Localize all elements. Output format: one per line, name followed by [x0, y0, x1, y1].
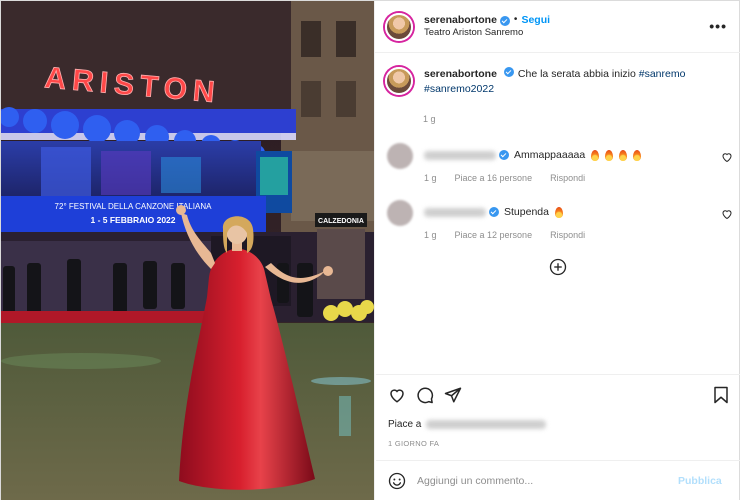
comment-timestamp: 1 g	[424, 173, 437, 183]
caption-timestamp: 1 g	[423, 114, 436, 124]
verified-badge-icon	[489, 207, 499, 217]
comment-heart-icon[interactable]	[721, 208, 733, 220]
comment-text: Stupenda	[504, 206, 549, 218]
store-sign: CALZEDONIA	[318, 218, 364, 225]
instagram-post: 72° FESTIVAL DELLA CANZONE ITALIANA 1 - …	[0, 0, 740, 500]
post-photo[interactable]: 72° FESTIVAL DELLA CANZONE ITALIANA 1 - …	[1, 1, 374, 500]
follow-button[interactable]: Segui	[521, 14, 550, 27]
comment-avatar[interactable]	[387, 200, 413, 226]
comment-icon[interactable]	[416, 386, 434, 404]
load-more-comments-icon[interactable]	[549, 258, 567, 276]
reply-button[interactable]: Rispondi	[550, 230, 585, 240]
separator-dot: •	[513, 14, 518, 26]
comment-heart-icon[interactable]	[721, 151, 733, 163]
festival-banner-text: 72° FESTIVAL DELLA CANZONE ITALIANA	[55, 202, 213, 211]
author-username[interactable]: serenabortone	[424, 14, 497, 27]
reply-button[interactable]: Rispondi	[550, 173, 585, 183]
liker-username[interactable]	[426, 420, 547, 429]
hashtag-sanremo2022[interactable]: #sanremo2022	[424, 83, 494, 95]
photo-illustration: 72° FESTIVAL DELLA CANZONE ITALIANA 1 - …	[1, 1, 374, 500]
heart-icon[interactable]	[388, 386, 406, 404]
verified-badge-icon	[499, 15, 510, 26]
add-comment-bar: Pubblica	[376, 460, 740, 500]
caption-avatar[interactable]	[384, 67, 413, 95]
verified-badge-icon	[499, 150, 509, 160]
comment-text: Ammappaaaaa	[514, 149, 586, 161]
post-header: serenabortone • Segui Teatro Ariston San…	[374, 1, 740, 53]
comment-likes-link[interactable]: Piace a 12 persone	[455, 230, 533, 240]
fire-emoji-icon	[554, 206, 563, 218]
commenter-username[interactable]	[424, 150, 496, 160]
avatar[interactable]	[384, 12, 413, 41]
share-icon[interactable]	[444, 386, 462, 404]
likes-summary[interactable]: Piace a	[388, 419, 547, 430]
comment-input[interactable]	[417, 475, 672, 487]
comment-likes-link[interactable]: Piace a 16 persone	[455, 173, 533, 183]
publish-button[interactable]: Pubblica	[678, 475, 722, 487]
festival-dates-text: 1 - 5 FEBBRAIO 2022	[90, 215, 175, 225]
emoji-icon[interactable]	[388, 472, 406, 490]
more-options-icon[interactable]: •••	[709, 18, 727, 34]
comment-avatar[interactable]	[387, 143, 413, 169]
commenter-username[interactable]	[424, 207, 486, 217]
post-date: 1 GIORNO FA	[388, 439, 440, 448]
location-link[interactable]: Teatro Ariston Sanremo	[424, 27, 550, 39]
fire-emoji-icon	[605, 149, 614, 161]
fire-emoji-icon	[633, 149, 642, 161]
comment-timestamp: 1 g	[424, 230, 437, 240]
fire-emoji-icon	[619, 149, 628, 161]
bookmark-icon[interactable]	[712, 386, 730, 404]
caption-text: Che la serata abbia inizio	[517, 68, 636, 80]
caption-username[interactable]: serenabortone	[424, 68, 497, 80]
verified-badge-icon	[503, 67, 514, 77]
post-caption: serenabortone Che la serata abbia inizio …	[384, 67, 731, 97]
hashtag-sanremo[interactable]: #sanremo	[639, 68, 686, 80]
post-actions-bar	[376, 374, 740, 375]
likes-prefix: Piace a	[388, 419, 422, 430]
fire-emoji-icon	[591, 149, 600, 161]
